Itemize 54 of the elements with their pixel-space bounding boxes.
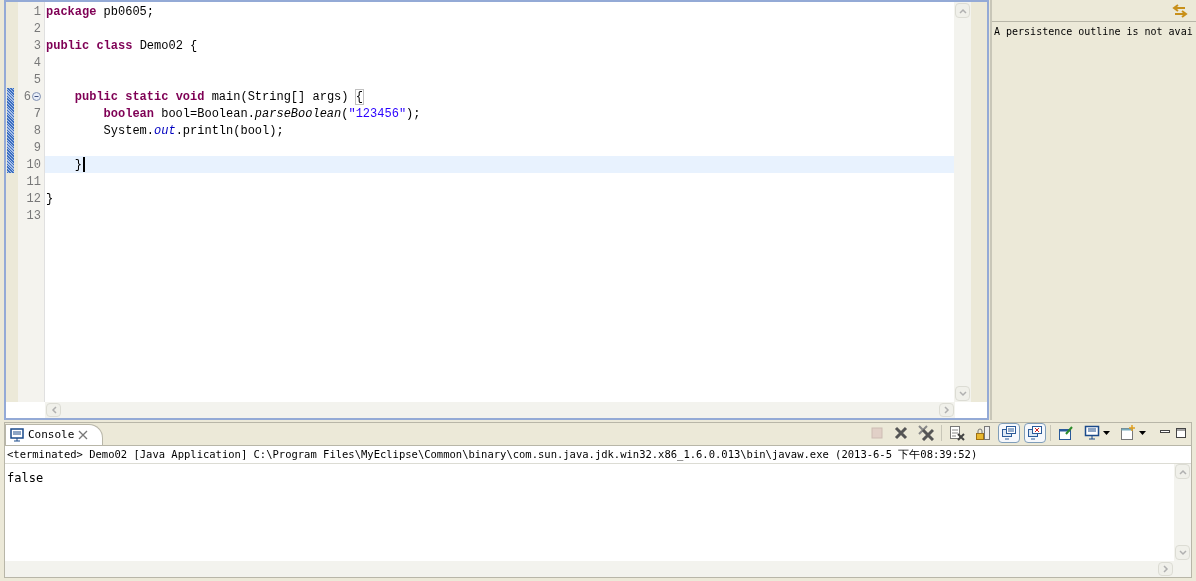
line-number: 5 (33, 73, 41, 86)
horizontal-scrollbar[interactable] (5, 561, 1174, 577)
code-line: System.out.println(bool); (102, 124, 284, 137)
line-number: 13 (26, 209, 41, 222)
double-x-icon (918, 425, 934, 441)
code-line: boolean bool=Boolean.parseBoolean("123456"); (102, 107, 421, 120)
line-number: 12 (26, 192, 41, 205)
tab-label: Console (28, 426, 75, 443)
code-line: public class Demo02 { (46, 39, 198, 52)
window-plus-icon (1120, 425, 1136, 441)
line-number: 3 (33, 39, 41, 52)
line-number: 1 (33, 5, 41, 18)
code-line: package pb0605; (46, 5, 155, 18)
chevron-up-icon (958, 7, 967, 14)
code-line: } (73, 158, 82, 171)
stop-icon (870, 426, 884, 440)
collapse-icon[interactable] (32, 92, 41, 101)
monitor-icon (10, 428, 24, 442)
monitor-icon (1084, 425, 1100, 441)
line-number: 8 (33, 124, 41, 137)
document-x-icon (949, 425, 965, 441)
maximize-icon[interactable] (1175, 427, 1187, 439)
line-number: 9 (33, 141, 41, 154)
text-cursor (83, 157, 85, 172)
console-tab[interactable]: Console (5, 424, 104, 445)
pin-icon (1058, 425, 1074, 441)
code-line: } (46, 192, 54, 205)
line-number: 11 (26, 175, 41, 188)
line-number: 2 (33, 22, 41, 35)
lock-icon (975, 425, 991, 441)
line-number: 4 (33, 56, 41, 69)
chevron-right-icon (1162, 565, 1169, 573)
caret-icon (1103, 431, 1110, 435)
close-icon (894, 426, 908, 440)
caret-icon (1139, 431, 1146, 435)
chevron-down-icon (958, 390, 967, 397)
chevron-right-icon (943, 406, 950, 414)
monitor-error-icon (1027, 425, 1043, 441)
sync-arrows-icon[interactable] (1172, 2, 1188, 19)
line-number: 10 (26, 158, 41, 171)
toolbar-button[interactable] (1024, 423, 1046, 443)
toolbar-button[interactable] (998, 423, 1020, 443)
monitor-icon (1001, 425, 1017, 441)
code-line: public static void main(String[] args) { (73, 90, 363, 103)
process-status: <terminated> Demo02 [Java Application] C:\Program Files\MyEclipse\Common\binary\com.sun.java.jdk.win32.x86_1.6.0.013\bin\javaw.exe (2013-6-5 下午08:39:52) (7, 446, 978, 463)
chevron-left-icon (50, 406, 57, 414)
toolbar-button[interactable] (915, 423, 937, 443)
console-output: false (7, 471, 44, 485)
chevron-up-icon (1178, 468, 1187, 475)
chevron-down-icon (1178, 549, 1187, 556)
outline-message: A persistence outline is not avai (993, 25, 1194, 39)
close-icon[interactable] (78, 430, 89, 440)
line-number: 7 (33, 107, 41, 120)
line-number: 6 (23, 90, 31, 103)
